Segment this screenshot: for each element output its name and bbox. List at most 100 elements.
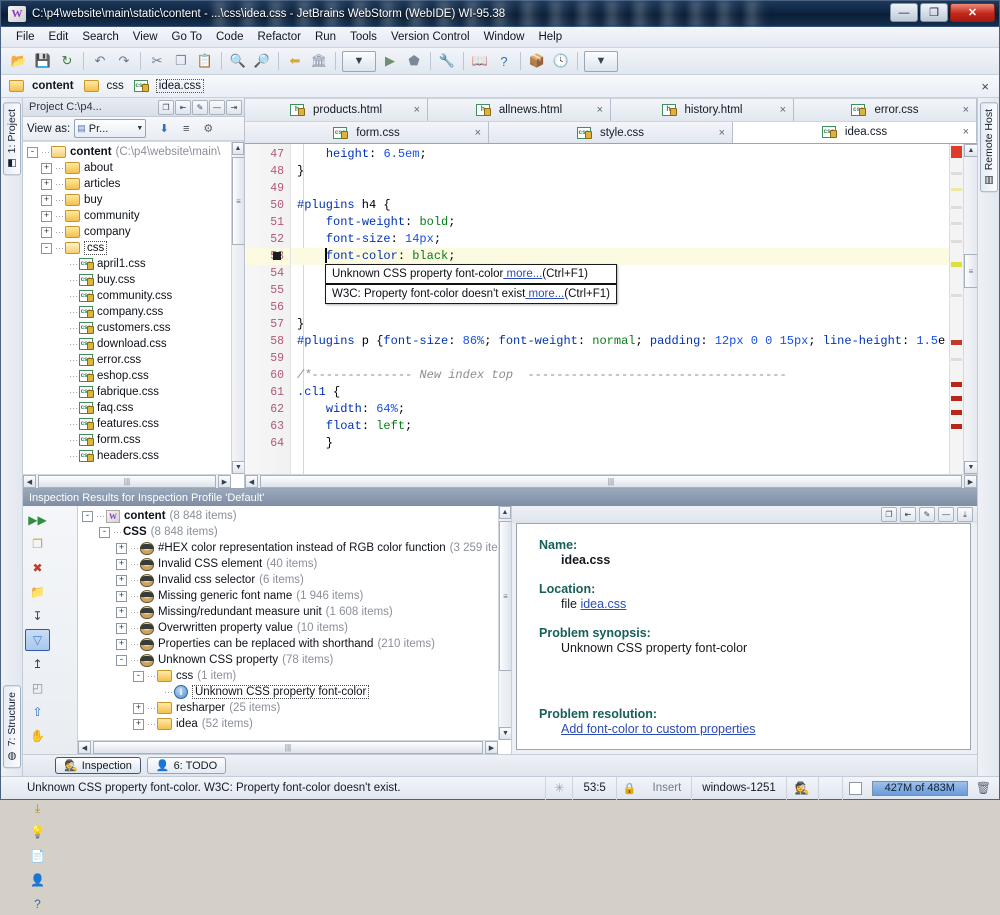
undo-icon[interactable]: ↶ [89, 51, 111, 72]
error-stripe-mark[interactable] [951, 240, 962, 243]
replace-icon[interactable]: 🔎 [251, 51, 273, 72]
editor-tab-error-css[interactable]: csserror.css× [794, 98, 977, 121]
tree-collapse-toggle[interactable]: - [133, 671, 144, 682]
editor-tab-history-html[interactable]: hhistory.html× [611, 98, 794, 121]
bookmark-marker-icon[interactable] [273, 252, 281, 260]
error-stripe-mark[interactable] [951, 382, 962, 387]
memory-usage-bar[interactable]: 427M of 483M [872, 781, 968, 796]
export-icon[interactable]: ⤓ [25, 797, 50, 819]
tree-collapse-toggle[interactable]: - [82, 511, 93, 522]
menu-code[interactable]: Code [209, 29, 251, 45]
debug-icon[interactable]: ⬟ [403, 51, 425, 72]
tree-row[interactable]: ⋯cssform.css [25, 432, 231, 448]
tree-row[interactable]: +⋯articles [25, 176, 231, 192]
inspection-scroll-left-icon[interactable]: ◀ [78, 741, 91, 754]
inspection-tree-horizontal-scrollbar[interactable]: ◀ ||| ▶ [78, 740, 498, 754]
maximize-button[interactable]: ❐ [920, 3, 948, 22]
code-line[interactable] [291, 350, 949, 367]
inspection-tree-row[interactable]: +⋯Missing generic font name(1 946 items) [78, 588, 498, 604]
gutter-line-number[interactable]: 56 [245, 299, 290, 316]
collapse-all-icon[interactable]: ↥ [25, 653, 50, 675]
error-stripe-mark[interactable] [951, 294, 962, 297]
editor-scroll-up-icon[interactable]: ▲ [964, 144, 978, 157]
more-dropdown[interactable]: ▼ [584, 51, 618, 72]
error-stripe-mark[interactable] [951, 340, 962, 345]
menu-window[interactable]: Window [477, 29, 532, 45]
inspection-tree-row[interactable]: -⋯Wcontent(8 848 items) [78, 508, 498, 524]
editor-tab-close-icon[interactable]: × [963, 104, 969, 116]
tree-expand-toggle[interactable]: + [116, 575, 127, 586]
menu-edit[interactable]: Edit [42, 29, 76, 45]
gutter-line-number[interactable]: 48 [245, 163, 290, 180]
tree-row[interactable]: +⋯about [25, 160, 231, 176]
code-line[interactable]: height: 6.5em; [291, 146, 949, 163]
inspection-scroll-right-icon[interactable]: ▶ [485, 741, 498, 754]
breadcrumb-item-css[interactable]: css [84, 80, 124, 92]
hide-panel-button[interactable]: ⇥ [226, 100, 242, 115]
inspection-profile-indicator[interactable]: 🕵 [786, 777, 818, 800]
gutter-line-number[interactable]: 49 [245, 180, 290, 197]
tooltip-row-1-more-link[interactable]: more... [503, 268, 542, 280]
redo-icon[interactable]: ↷ [113, 51, 135, 72]
run-icon[interactable]: ▶ [379, 51, 401, 72]
error-stripe-mark[interactable] [951, 206, 962, 209]
error-stripe-mark[interactable] [951, 188, 962, 191]
editor-gutter[interactable]: 474849505152535455565758596061626364 [245, 144, 291, 474]
scroll-down-arrow-icon[interactable]: ▼ [232, 461, 244, 474]
cut-icon[interactable]: ✂ [146, 51, 168, 72]
editor-horizontal-scroll-thumb[interactable]: ||| [260, 475, 962, 488]
tree-expand-toggle[interactable]: + [41, 211, 52, 222]
sync-icon[interactable]: ↻ [56, 51, 78, 72]
close-button[interactable]: ✕ [950, 3, 995, 22]
checkbox-icon[interactable] [849, 782, 862, 795]
remote-sync-icon[interactable]: 🕓 [550, 51, 572, 72]
tree-row[interactable]: ⋯csserror.css [25, 352, 231, 368]
inspection-tree-row[interactable]: +⋯idea(52 items) [78, 716, 498, 732]
gutter-line-number[interactable]: 63 [245, 418, 290, 435]
error-stripe-markers[interactable] [949, 144, 963, 474]
gutter-line-number[interactable]: 59 [245, 350, 290, 367]
error-stripe-mark[interactable] [951, 172, 962, 175]
editor-tab-allnews-html[interactable]: hallnews.html× [428, 98, 611, 121]
toggle-indicator[interactable] [842, 777, 868, 800]
rail-tab-structure[interactable]: ◍ 7: Structure [3, 685, 21, 768]
menu-go-to[interactable]: Go To [165, 29, 209, 45]
inspection-tree-row[interactable]: -⋯css(1 item) [78, 668, 498, 684]
gutter-line-number[interactable]: 51 [245, 214, 290, 231]
tooltip-row-2-more-link[interactable]: more... [525, 288, 564, 300]
code-editor[interactable]: 474849505152535455565758596061626364 Unk… [245, 144, 977, 474]
error-stripe-mark[interactable] [951, 222, 962, 225]
code-line[interactable]: font-weight: bold; [291, 214, 949, 231]
editor-tab-form-css[interactable]: cssform.css× [245, 121, 489, 143]
tree-expand-toggle[interactable]: + [116, 607, 127, 618]
inspection-tree-row[interactable]: -⋯Unknown CSS property(78 items) [78, 652, 498, 668]
tree-row[interactable]: -⋯css [25, 240, 231, 256]
editor-code-text[interactable]: Unknown CSS property font-color more...(… [291, 144, 949, 474]
tree-expand-toggle[interactable]: + [41, 195, 52, 206]
docs-icon[interactable]: 📖 [469, 51, 491, 72]
code-line[interactable]: #plugins p {font-size: 86%; font-weight:… [291, 333, 949, 350]
gutter-line-number[interactable]: 54 [245, 265, 290, 282]
error-stripe-mark[interactable] [951, 410, 962, 415]
gutter-line-number[interactable]: 62 [245, 401, 290, 418]
gutter-line-number[interactable]: 58 [245, 333, 290, 350]
inspection-vertical-scroll-thumb[interactable]: ≡ [499, 521, 512, 671]
collapse-detail-button[interactable]: ⇤ [900, 507, 916, 522]
view-as-dropdown[interactable]: ▤ Pr... ▼ [74, 119, 146, 138]
tree-row[interactable]: ⋯cssheaders.css [25, 448, 231, 464]
code-line[interactable]: float: left; [291, 418, 949, 435]
minimize-button[interactable]: — [890, 3, 918, 22]
vertical-scroll-thumb[interactable]: ≡ [232, 157, 244, 245]
memory-indicator[interactable]: 427M of 483M [868, 777, 972, 800]
suppress-icon[interactable]: ✋ [25, 725, 50, 747]
inspection-tree-row[interactable]: +⋯Invalid CSS element(40 items) [78, 556, 498, 572]
project-tree-vertical-scrollbar[interactable]: ▲ ≡ ▼ [231, 142, 244, 474]
tree-row[interactable]: ⋯csscommunity.css [25, 288, 231, 304]
inspection-horizontal-scroll-thumb[interactable]: ||| [93, 741, 483, 754]
expand-all-icon[interactable]: ↧ [25, 605, 50, 627]
scroll-up-arrow-icon[interactable]: ▲ [232, 142, 244, 155]
tree-expand-toggle[interactable]: + [116, 559, 127, 570]
group-by-severity-icon[interactable]: ❐ [25, 533, 50, 555]
encoding-indicator[interactable]: windows-1251 [691, 777, 786, 800]
tree-expand-toggle[interactable]: + [116, 639, 127, 650]
